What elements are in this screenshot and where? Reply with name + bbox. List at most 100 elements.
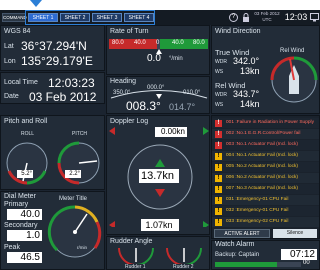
alarm-row[interactable]: ! 007 :No.3 Actuator Fail (Incl. lock) — [212, 184, 319, 194]
watch-progress-fill — [215, 262, 277, 267]
alarm-row[interactable]: ! 032 :Emergency-01 CPU Fail — [212, 206, 319, 216]
rel-ws-label: WS — [215, 102, 224, 108]
warning-alarm-icon: ! — [215, 207, 222, 215]
peak-label: Peak — [4, 244, 20, 251]
rot-tick-0: 80.0 — [112, 40, 124, 46]
watch-alarm-panel: Watch Alarm Backup: Captain 07:12 00 — [211, 240, 320, 270]
heading-title: Heading — [110, 78, 137, 85]
warning-alarm-icon: ! — [215, 185, 222, 193]
alarm-row[interactable]: ! 003 :No.1 Actuator Fail (Incl. lock) — [212, 140, 319, 150]
primary-value: 40.0 — [7, 209, 42, 220]
help-icon[interactable]: ? — [229, 13, 238, 22]
rot-tick-2: 0 — [156, 40, 160, 46]
rate-of-turn-panel: Rate of Turn 80.0 40.0 0 40.0 80.0 0.0 °… — [106, 25, 210, 75]
peak-value: 46.5 — [7, 252, 42, 263]
true-wdr-label: WDR — [215, 59, 227, 65]
meter-gauge — [47, 205, 102, 258]
lat-value: 36°37.294'N — [21, 39, 87, 53]
silence-button[interactable]: Silence — [273, 229, 317, 238]
alarm-text: 001 :Failure in Radiation in Power Suppl… — [226, 120, 314, 125]
doppler-log-panel: Doppler Log 0.00kn 13.7kn 1.07kn — [106, 115, 210, 235]
rudder-1-gauge — [118, 247, 154, 264]
tab-sheet-2[interactable]: SHEET 2 — [60, 13, 90, 22]
heading-side-value: 014.7° — [169, 102, 196, 112]
lat-label: Lat — [4, 43, 14, 50]
watch-time-value: 07:12 — [281, 249, 317, 260]
watch-backup-label: Backup: Captain — [215, 252, 260, 258]
rot-tick-3: 40.0 — [172, 40, 184, 46]
secondary-label: Secondary — [4, 222, 38, 229]
date-value: 03 Feb 2012 — [29, 90, 97, 104]
roll-gauge — [6, 142, 48, 185]
doppler-title: Doppler Log — [110, 118, 149, 125]
alarm-row[interactable]: ! 033 :Emergency-02 CPU Fail — [212, 217, 319, 227]
tab-sheet-4[interactable]: SHEET 4 — [124, 13, 154, 22]
dial-meter-panel: Dial Meter Primary 40.0 Secondary 1.0 Pe… — [0, 191, 105, 270]
datum-label: WGS 84 — [4, 28, 31, 35]
rot-title: Rate of Turn — [110, 28, 149, 35]
error-alarm-icon: ! — [215, 119, 222, 127]
rot-scale: 80.0 40.0 0 40.0 80.0 — [109, 39, 208, 49]
true-ws-value: 13kn — [240, 66, 260, 76]
alarm-text: 003 :No.1 Actuator Fail (Incl. lock) — [226, 142, 298, 147]
local-time-value: 12:03:23 — [48, 76, 95, 90]
roll-value: 5.2° — [17, 170, 33, 178]
tab-sheet-1[interactable]: SHEET 1 — [28, 13, 58, 22]
display-icon[interactable] — [310, 13, 319, 22]
heading-panel: Heading 350.0° 000.0° 010.0° 008.3° 014.… — [106, 76, 210, 114]
wind-panel: Wind Direction True Wind WDR 342.0° WS 1… — [211, 25, 320, 114]
local-time-label: Local Time — [4, 79, 38, 86]
true-wdr-value: 342.0° — [233, 56, 260, 66]
alarm-text: 007 :No.3 Actuator Fail (Incl. lock) — [226, 186, 298, 191]
alarm-row[interactable]: ! 005 :No.2 Actuator Fail (Incl. lock) — [212, 162, 319, 172]
watch-remaining: 00 — [303, 260, 310, 266]
doppler-bottom-value: 1.07kn — [141, 219, 179, 231]
alarm-list-panel: ! 001 :Failure in Radiation in Power Supp… — [211, 115, 320, 239]
rot-tick-4: 80.0 — [193, 40, 205, 46]
alarm-text: 031 :Emergency-01 CPU Fail — [226, 197, 289, 202]
error-alarm-icon: ! — [215, 130, 222, 138]
heading-tick-1: 000.0° — [147, 85, 165, 91]
tab-sheet-3[interactable]: SHEET 3 — [92, 13, 122, 22]
pitch-roll-title: Pitch and Roll — [4, 118, 48, 125]
rot-unit: °/min — [169, 56, 183, 62]
meter-unit: r/min — [77, 245, 87, 250]
menu-button[interactable]: COMMAND — [2, 13, 27, 22]
alarm-text: 033 :Emergency-02 CPU Fail — [226, 219, 289, 224]
rudder-panel: Rudder Angle Rudder 1 Rudder 2 — [106, 236, 210, 270]
alarm-row[interactable]: ! 006 :No.2 Actuator Fail (Incl. lock) — [212, 173, 319, 183]
alarm-text: 002 :No.1 E.G.R.Control/Power fail — [226, 131, 301, 136]
header-date: 03 Feb 2012 — [254, 11, 280, 16]
alarm-row[interactable]: ! 001 :Failure in Radiation in Power Supp… — [212, 118, 319, 128]
position-panel: WGS 84 Lat 36°37.294'N Lon 135°29.179'E — [0, 25, 105, 71]
rel-wdr-label: WDR — [215, 92, 227, 98]
pitch-label: PITCH — [72, 131, 87, 137]
true-ws-label: WS — [215, 69, 224, 75]
rot-tick-1: 40.0 — [134, 40, 146, 46]
alarm-text: 004 :No.1 Actuator Fail (Incl. lock) — [226, 153, 298, 158]
tab-pointer-icon — [30, 0, 42, 7]
rudder-title: Rudder Angle — [110, 238, 153, 245]
pitch-roll-panel: Pitch and Roll ROLL PITCH 5.2° 2.2° — [0, 115, 105, 190]
alarm-row[interactable]: ! 004 :No.1 Actuator Fail (Incl. lock) — [212, 151, 319, 161]
dial-meter-title: Dial Meter — [4, 193, 36, 200]
primary-label: Primary — [4, 201, 29, 208]
rudder-1-label: Rudder 1 — [125, 264, 146, 270]
alarm-row[interactable]: ! 002 :No.1 E.G.R.Control/Power fail — [212, 129, 319, 139]
rudder-2-label: Rudder 2 — [173, 264, 194, 270]
meter-title: Meter Title — [59, 196, 88, 202]
lock-icon[interactable] — [242, 13, 250, 22]
header-bar: COMMAND SHEET 1 SHEET 2 SHEET 3 SHEET 4 … — [0, 10, 320, 25]
wind-title: Wind Direction — [215, 28, 261, 35]
rot-value: 0.0 — [147, 53, 161, 64]
rel-wind-compass-title: Rel Wind — [280, 48, 305, 54]
warning-alarm-icon: ! — [215, 218, 222, 226]
warning-alarm-icon: ! — [215, 152, 222, 160]
lon-label: Lon — [4, 58, 16, 65]
alarm-text: 032 :Emergency-01 CPU Fail — [226, 208, 289, 213]
dashboard: COMMAND SHEET 1 SHEET 2 SHEET 3 SHEET 4 … — [0, 10, 320, 270]
alarm-row[interactable]: ! 031 :Emergency-01 CPU Fail — [212, 195, 319, 205]
pitch-gauge — [57, 141, 100, 185]
heading-value: 008.3° — [126, 99, 161, 113]
active-alert-button[interactable]: ACTIVE ALERT — [214, 229, 270, 238]
